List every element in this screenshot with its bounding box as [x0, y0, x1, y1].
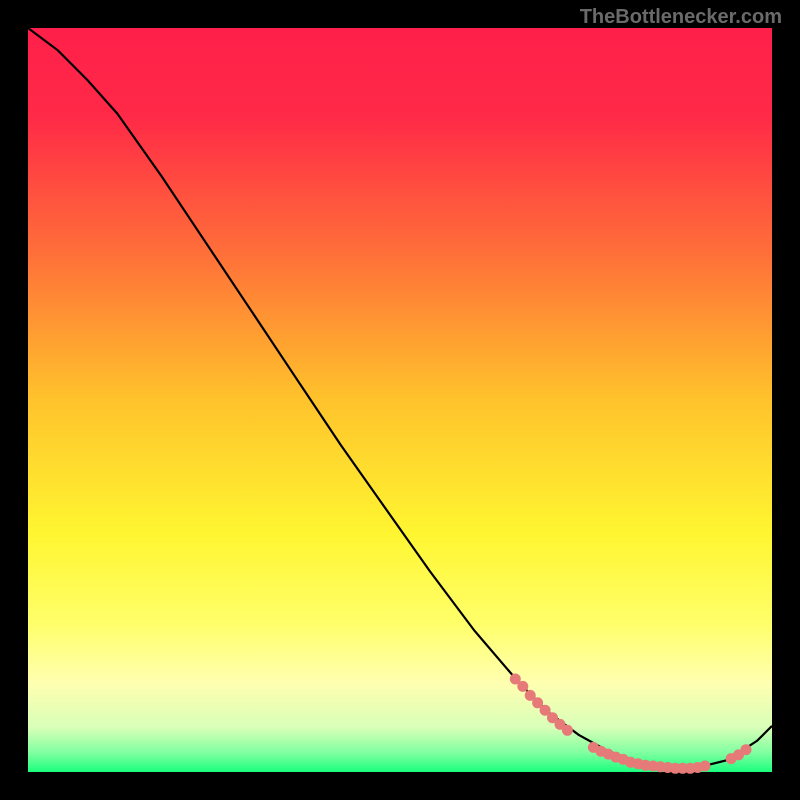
data-markers — [510, 674, 752, 774]
attribution-text: TheBottlenecker.com — [580, 6, 782, 29]
data-marker — [741, 744, 752, 755]
data-marker — [562, 725, 573, 736]
data-marker — [517, 681, 528, 692]
curve-layer — [28, 28, 772, 772]
bottleneck-curve — [28, 28, 772, 768]
plot-area — [28, 28, 772, 772]
data-marker — [700, 761, 711, 772]
